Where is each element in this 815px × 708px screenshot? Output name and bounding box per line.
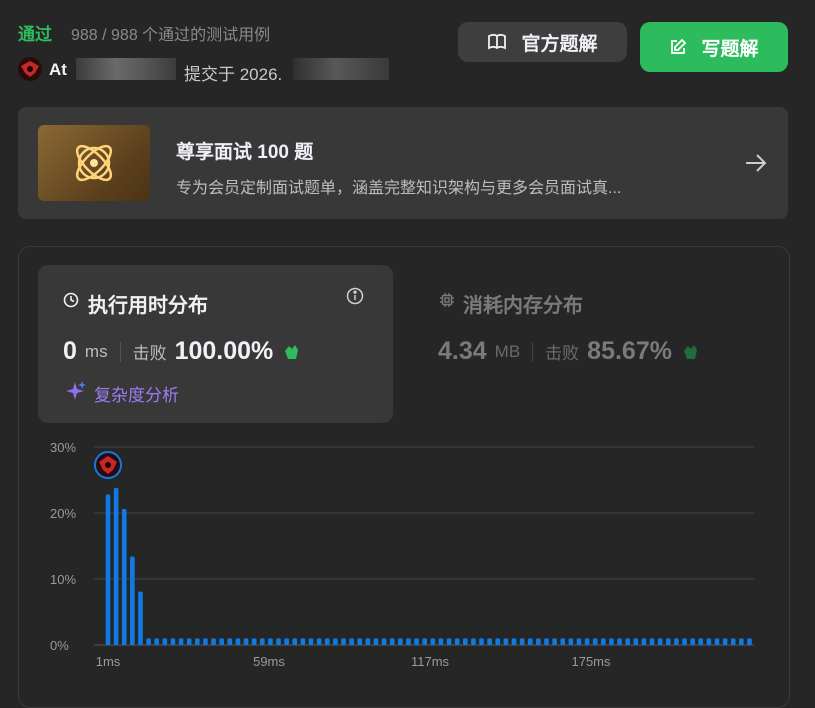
bar[interactable] [527, 638, 533, 645]
bar[interactable] [373, 638, 379, 645]
bar[interactable] [495, 638, 501, 645]
bar[interactable] [357, 638, 363, 645]
bar[interactable] [617, 638, 622, 645]
bar[interactable] [430, 638, 436, 645]
bar[interactable] [333, 638, 338, 645]
bar[interactable] [454, 638, 460, 645]
bar[interactable] [211, 638, 216, 645]
bar[interactable] [657, 638, 663, 645]
bar[interactable] [251, 638, 257, 645]
bar[interactable] [479, 638, 484, 645]
bar[interactable] [406, 638, 411, 645]
bar[interactable] [674, 638, 679, 645]
bar[interactable] [706, 638, 712, 645]
bar[interactable] [625, 638, 630, 645]
bar[interactable] [544, 638, 549, 645]
bar[interactable] [292, 638, 298, 645]
bar[interactable] [414, 638, 419, 645]
bar[interactable] [398, 638, 403, 645]
bar[interactable] [665, 638, 671, 645]
bar[interactable] [105, 494, 111, 645]
bar[interactable] [219, 638, 224, 645]
bar[interactable] [730, 638, 736, 645]
bar[interactable] [178, 638, 184, 645]
bar[interactable] [203, 638, 208, 645]
bar[interactable] [560, 638, 566, 645]
bar[interactable] [170, 638, 176, 645]
bar[interactable] [739, 638, 744, 645]
bar[interactable] [609, 638, 614, 645]
bar[interactable] [121, 509, 127, 645]
bar[interactable] [511, 638, 517, 645]
y-tick-label: 20% [50, 506, 76, 521]
x-tick-label: 1ms [96, 654, 121, 669]
y-tick-label: 0% [50, 638, 69, 653]
bar[interactable] [536, 638, 541, 645]
bar[interactable] [162, 638, 168, 645]
y-tick-label: 30% [50, 440, 76, 455]
bar[interactable] [471, 638, 476, 645]
bar[interactable] [503, 638, 509, 645]
bar[interactable] [633, 638, 639, 645]
bar[interactable] [308, 638, 314, 645]
bar[interactable] [284, 638, 289, 645]
bar[interactable] [259, 638, 265, 645]
bar[interactable] [300, 638, 306, 645]
bar[interactable] [381, 638, 387, 645]
bar[interactable] [446, 638, 452, 645]
y-tick-label: 10% [50, 572, 76, 587]
bar[interactable] [422, 638, 427, 645]
x-tick-label: 59ms [253, 654, 285, 669]
x-tick-label: 175ms [571, 654, 611, 669]
bar[interactable] [235, 638, 241, 645]
bar[interactable] [519, 638, 525, 645]
bar[interactable] [682, 638, 687, 645]
bar[interactable] [113, 487, 119, 645]
bar[interactable] [195, 638, 200, 645]
bar[interactable] [722, 638, 728, 645]
bar[interactable] [641, 638, 647, 645]
bar[interactable] [341, 638, 346, 645]
bar[interactable] [714, 638, 720, 645]
bar[interactable] [268, 638, 273, 645]
bar[interactable] [243, 638, 249, 645]
bar[interactable] [146, 638, 151, 645]
bar[interactable] [747, 638, 752, 645]
x-tick-label: 117ms [411, 654, 450, 669]
bar[interactable] [552, 638, 557, 645]
bar[interactable] [649, 638, 655, 645]
bar[interactable] [349, 638, 354, 645]
bar[interactable] [138, 591, 143, 645]
bar[interactable] [698, 638, 704, 645]
bar[interactable] [601, 638, 606, 645]
bar[interactable] [576, 638, 582, 645]
bar[interactable] [130, 556, 135, 645]
bar[interactable] [316, 638, 322, 645]
bar[interactable] [276, 638, 281, 645]
bar[interactable] [592, 638, 598, 645]
bar[interactable] [690, 638, 695, 645]
bar[interactable] [438, 638, 444, 645]
bar[interactable] [389, 638, 395, 645]
user-position-avatar[interactable] [94, 451, 122, 479]
bar[interactable] [568, 638, 574, 645]
bar[interactable] [324, 638, 330, 645]
bar[interactable] [584, 638, 590, 645]
bar[interactable] [462, 638, 468, 645]
bar[interactable] [154, 638, 160, 645]
runtime-distribution-chart[interactable]: 30% 20% 10% 0% 1ms 59ms 117ms 175ms [0, 0, 815, 680]
bar[interactable] [365, 638, 371, 645]
bar[interactable] [186, 638, 192, 645]
bar[interactable] [487, 638, 492, 645]
bar[interactable] [227, 638, 233, 645]
